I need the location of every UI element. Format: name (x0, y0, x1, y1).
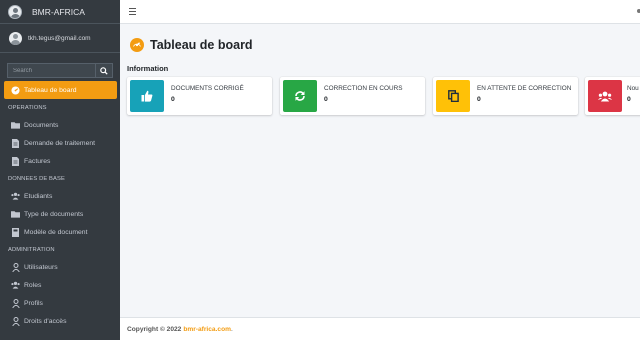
sidebar-item-factures[interactable]: Factures (4, 152, 117, 170)
section-title: Information (127, 64, 169, 73)
folder-icon (11, 210, 20, 219)
search-input[interactable] (7, 63, 95, 78)
search-icon (100, 66, 108, 75)
users-icon (11, 192, 20, 201)
card-label: EN ATTENTE DE CORRECTION (477, 85, 572, 92)
card-label: Nou (627, 85, 639, 92)
document-icon (11, 138, 20, 148)
card-label: CORRECTION EN COURS (324, 85, 403, 92)
sidebar-section-header: DONNEES DE BASE (8, 175, 65, 182)
card-value: 0 (627, 96, 631, 103)
sidebar-item-label: Modèle de document (24, 228, 88, 236)
users-icon (588, 80, 622, 112)
brand-link[interactable]: BMR-AFRICA (0, 0, 120, 24)
info-card-correction-en-cours[interactable]: CORRECTION EN COURS 0 (280, 77, 425, 115)
info-card-documents-corriges[interactable]: DOCUMENTS CORRIGÉ 0 (127, 77, 272, 115)
copy-icon (436, 80, 470, 112)
user-icon (11, 298, 20, 308)
sidebar-item-tableau-de-board[interactable]: Tableau de board (4, 81, 117, 99)
sidebar-item-label: Droits d'accès (24, 317, 67, 325)
sidebar-item-modele-de-document[interactable]: Modèle de document (4, 223, 117, 241)
sidebar-item-utilisateurs[interactable]: Utilisateurs (4, 258, 117, 276)
thumbs-up-icon (130, 80, 164, 112)
info-card-nouveaux[interactable]: Nou 0 (585, 77, 640, 115)
user-icon (11, 316, 20, 326)
sidebar-item-label: Demande de traitement (24, 139, 96, 147)
sidebar-item-roles[interactable]: Roles (4, 276, 117, 294)
sidebar-item-etudiants[interactable]: Etudiants (4, 187, 117, 205)
card-value: 0 (171, 96, 175, 103)
card-value: 0 (324, 96, 328, 103)
user-panel[interactable]: tkh.tegus@gmail.com (0, 24, 120, 53)
footer-link[interactable]: bmr-africa.com (183, 326, 231, 333)
sidebar-item-label: Tableau de board (24, 86, 77, 94)
info-card-en-attente-de-correction[interactable]: EN ATTENTE DE CORRECTION 0 (433, 77, 578, 115)
folder-icon (11, 121, 20, 130)
sidebar-item-type-de-documents[interactable]: Type de documents (4, 205, 117, 223)
sidebar-item-label: Factures (24, 157, 51, 165)
sidebar-section-header: ADMINITRATION (8, 246, 55, 253)
sidebar-item-label: Documents (24, 121, 59, 129)
page-header: Tableau de board (130, 38, 253, 52)
sidebar-section-header: OPERATIONS (8, 104, 47, 111)
footer: Copyright © 2022 bmr-africa.com . (120, 317, 640, 340)
sidebar-item-label: Type de documents (24, 210, 84, 218)
user-icon (11, 262, 20, 272)
users-icon (11, 281, 20, 290)
sync-icon (283, 80, 317, 112)
sidebar-item-droits-d-acces[interactable]: Droits d'accès (4, 312, 117, 330)
brand-logo-icon (8, 4, 22, 19)
topbar (120, 0, 640, 24)
brand-name: BMR-AFRICA (32, 6, 85, 17)
sidebar-item-label: Profils (24, 299, 43, 307)
footer-copyright: Copyright © 2022 (127, 325, 182, 333)
menu-toggle-icon[interactable] (129, 8, 136, 16)
sidebar-search (7, 63, 113, 78)
dashboard-gauge-icon (130, 38, 144, 52)
sidebar: BMR-AFRICA tkh.tegus@gmail.com Tableau d… (0, 0, 120, 340)
sidebar-item-documents[interactable]: Documents (4, 116, 117, 134)
sidebar-item-profils[interactable]: Profils (4, 294, 117, 312)
sidebar-item-label: Utilisateurs (24, 263, 58, 271)
sidebar-item-label: Etudiants (24, 192, 53, 200)
document-icon (11, 156, 20, 166)
user-email: tkh.tegus@gmail.com (28, 34, 91, 42)
page-title: Tableau de board (150, 38, 253, 52)
dashboard-gauge-icon (11, 85, 20, 95)
card-label: DOCUMENTS CORRIGÉ (171, 85, 244, 92)
search-button[interactable] (95, 63, 113, 78)
footer-suffix: . (230, 325, 233, 333)
sidebar-nav: Tableau de board OPERATIONS Documents De… (4, 81, 117, 330)
avatar (9, 31, 22, 45)
sidebar-item-label: Roles (24, 281, 42, 289)
sidebar-item-demande-de-traitement[interactable]: Demande de traitement (4, 134, 117, 152)
card-value: 0 (477, 96, 481, 103)
book-icon (11, 227, 20, 237)
